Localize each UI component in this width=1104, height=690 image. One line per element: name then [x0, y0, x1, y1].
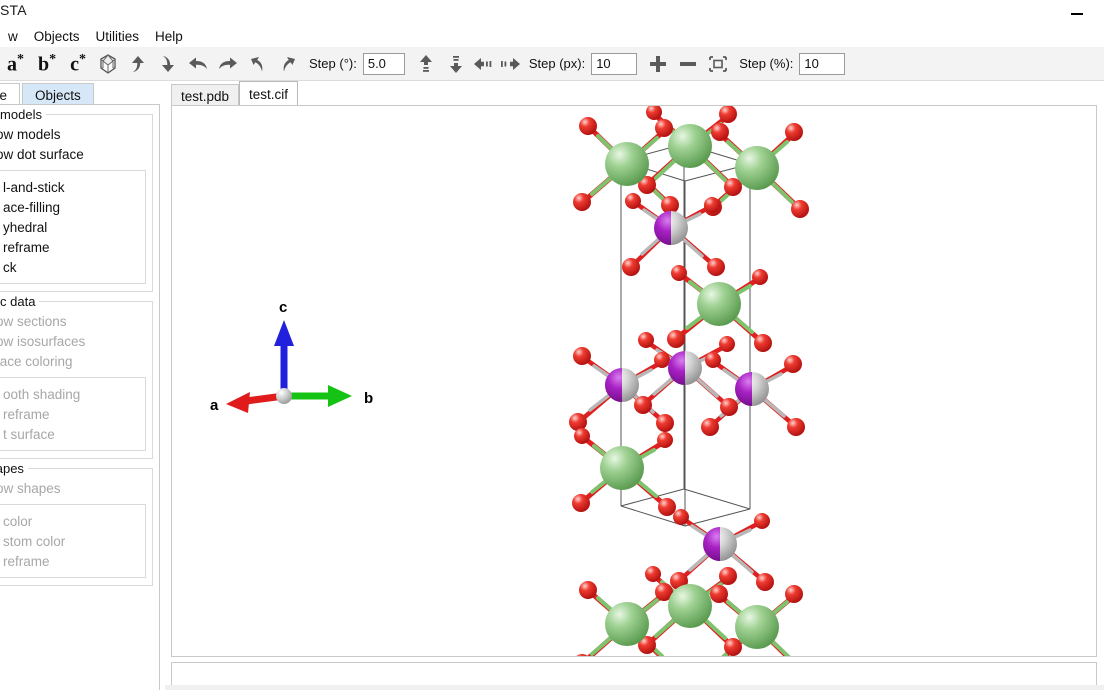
window-title: STA [0, 2, 27, 18]
fit-to-screen-icon[interactable] [703, 49, 733, 79]
menu-view[interactable]: w [0, 27, 26, 46]
side-panel-tabs: StyleObjects [0, 81, 160, 105]
step-px-label: Step (px): [528, 56, 586, 71]
option-wireframe[interactable]: reframe [0, 237, 145, 257]
option-dot-surface-label: t surface [3, 426, 55, 442]
rotate-up-icon[interactable] [123, 49, 153, 79]
toolbar: a* b* c* Step (°): 5.0 Step (px): 10 Ste… [0, 47, 1104, 81]
option-smooth-shading: ooth shading [0, 384, 145, 404]
move-up-icon[interactable] [411, 49, 441, 79]
move-left-icon[interactable] [471, 49, 497, 79]
option-space-filling-label: ace-filling [3, 199, 61, 215]
doc-tab-test-pdb[interactable]: test.pdb [171, 84, 240, 106]
option-bicolor: color [0, 511, 145, 531]
option-show-shapes: ow shapes [0, 478, 152, 498]
rotate-ccw-icon[interactable] [243, 49, 273, 79]
group-local-shapes-variants: color stom color reframe [0, 504, 146, 578]
zoom-out-icon[interactable] [673, 49, 703, 79]
step-deg-input[interactable] [362, 52, 405, 75]
group-structural-models-variants: l-and-stick ace-filling yhedral reframe ck [0, 170, 146, 284]
rotate-cw-icon[interactable] [273, 49, 303, 79]
option-shape-wireframe: reframe [0, 551, 145, 571]
crystal-structure [569, 106, 809, 656]
option-show-dot-surface-label: ow dot surface [0, 146, 84, 162]
menu-bar: w Objects Utilities Help [0, 25, 1104, 47]
tab-objects[interactable]: Objects [22, 83, 94, 105]
option-surface-coloring: face coloring [0, 351, 152, 371]
group-volumetric-data-variants: ooth shading reframe t surface [0, 377, 146, 451]
rotate-down-icon[interactable] [153, 49, 183, 79]
option-show-shapes-label: ow shapes [0, 480, 61, 496]
option-show-models[interactable]: ow models [0, 124, 152, 144]
option-stick[interactable]: ck [0, 257, 145, 277]
menu-objects[interactable]: Objects [26, 27, 88, 46]
option-ball-and-stick[interactable]: l-and-stick [0, 177, 145, 197]
document-tabs: test.pdb test.cif [171, 81, 299, 106]
option-show-sections-label: ow sections [0, 313, 67, 329]
move-down-icon[interactable] [441, 49, 471, 79]
group-local-shapes: shapes ow shapes color stom color reframe [0, 461, 153, 586]
option-ball-and-stick-label: l-and-stick [3, 179, 65, 195]
option-space-filling[interactable]: ace-filling [0, 197, 145, 217]
option-show-isosurfaces-label: ow isosurfaces [0, 333, 86, 349]
group-volumetric-data: etric data ow sections ow isosurfaces face … [0, 294, 153, 459]
option-polyhedral[interactable]: yhedral [0, 217, 145, 237]
view-along-a-star[interactable]: a* [0, 52, 31, 75]
option-show-isosurfaces: ow isosurfaces [0, 331, 152, 351]
option-iso-wireframe-label: reframe [3, 406, 50, 422]
axis-widget: a b c [210, 299, 373, 414]
option-custom-color: stom color [0, 531, 145, 551]
axis-label-c: c [279, 299, 287, 316]
zoom-in-icon[interactable] [643, 49, 673, 79]
menu-help[interactable]: Help [147, 27, 191, 46]
axis-label-a: a [210, 397, 219, 414]
step-deg-label: Step (°): [309, 56, 357, 71]
polyhedron-icon[interactable] [93, 49, 123, 79]
side-panel-body: ral models ow models ow dot surface l-and-s… [0, 104, 160, 690]
option-polyhedral-label: yhedral [3, 219, 48, 235]
option-custom-color-label: stom color [3, 533, 66, 549]
option-smooth-shading-label: ooth shading [3, 386, 81, 402]
axis-label-b: b [364, 390, 373, 407]
rotate-right-icon[interactable] [213, 49, 243, 79]
group-local-shapes-title: shapes [0, 461, 28, 476]
window-bottom-edge [165, 685, 1104, 690]
option-wireframe-label: reframe [3, 239, 50, 255]
option-show-dot-surface[interactable]: ow dot surface [0, 144, 152, 164]
move-right-icon[interactable] [497, 49, 523, 79]
minimize-button[interactable] [1056, 0, 1098, 28]
step-pct-input[interactable] [799, 52, 846, 75]
view-along-c-star[interactable]: c* [63, 52, 93, 75]
group-structural-models-title: ral models [0, 107, 46, 122]
menu-utilities[interactable]: Utilities [88, 27, 148, 46]
option-iso-wireframe: reframe [0, 404, 145, 424]
side-panel: StyleObjects ral models ow models ow dot s… [0, 81, 160, 690]
main-area: test.pdb test.cif a b c [165, 81, 1104, 690]
group-volumetric-data-title: etric data [0, 294, 40, 309]
structure-canvas[interactable]: a b c [171, 105, 1097, 657]
step-px-input[interactable] [591, 52, 638, 75]
option-show-sections: ow sections [0, 311, 152, 331]
option-shape-wireframe-label: reframe [3, 553, 50, 569]
rotate-left-icon[interactable] [183, 49, 213, 79]
doc-tab-test-cif[interactable]: test.cif [239, 81, 299, 106]
option-show-models-label: ow models [0, 126, 61, 142]
option-dot-surface: t surface [0, 424, 145, 444]
tab-style[interactable]: Style [0, 83, 21, 105]
crystal-scene: a b c [210, 106, 809, 656]
vesta-window: STA w Objects Utilities Help a* b* c* St… [0, 0, 1104, 690]
view-along-b-star[interactable]: b* [31, 52, 63, 75]
group-structural-models: ral models ow models ow dot surface l-and-s… [0, 107, 153, 292]
option-bicolor-label: color [3, 513, 33, 529]
minimize-icon [1071, 13, 1083, 15]
option-surface-coloring-label: face coloring [0, 353, 73, 369]
step-pct-label: Step (%): [739, 56, 794, 71]
option-stick-label: ck [3, 259, 17, 275]
